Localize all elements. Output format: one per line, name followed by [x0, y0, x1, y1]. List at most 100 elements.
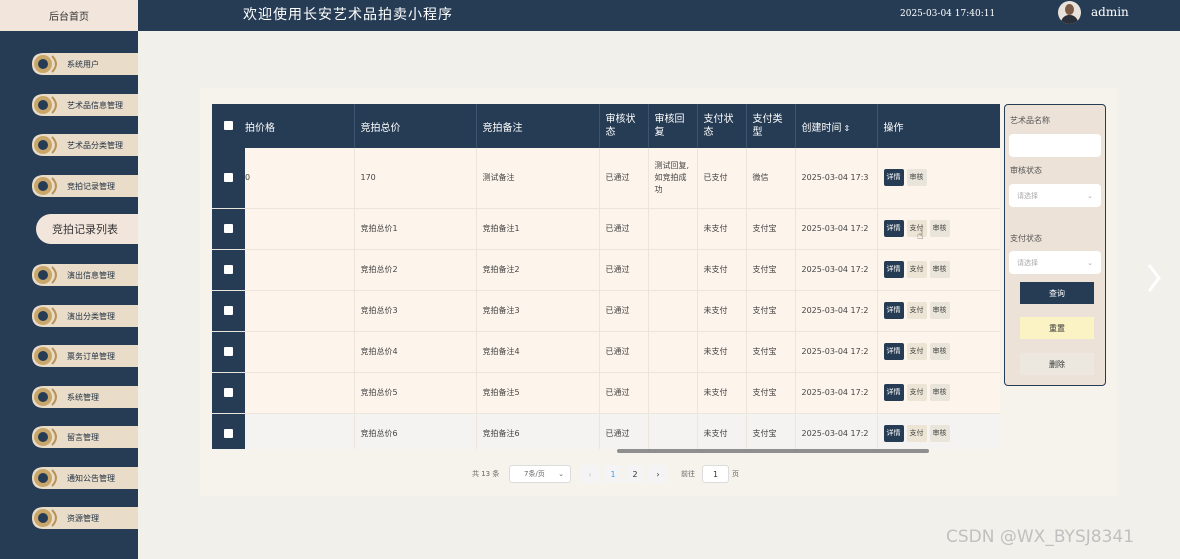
row-check-cell: [212, 290, 245, 332]
cell-remark: 竞拍备注2: [476, 249, 600, 291]
sidebar-item-artwork-info[interactable]: 艺术品信息管理: [30, 90, 138, 120]
query-button[interactable]: 查询: [1020, 282, 1094, 304]
pay-button[interactable]: 支付: [906, 261, 927, 278]
page-2-button[interactable]: 2: [626, 465, 644, 483]
pay-button[interactable]: 支付: [906, 384, 927, 401]
detail-button[interactable]: 详情: [883, 384, 904, 401]
audit-button[interactable]: 审核: [906, 169, 927, 187]
select-placeholder: 请选择: [1017, 258, 1038, 267]
col-label: 支付状态: [703, 114, 734, 138]
audit-status-label: 审核状态: [1010, 166, 1042, 175]
cell-price: [245, 208, 355, 250]
detail-button[interactable]: 详情: [883, 425, 904, 442]
audit-button[interactable]: 审核: [929, 343, 950, 360]
home-tab[interactable]: 后台首页: [0, 0, 138, 31]
data-table: 拍价格 竞拍总价 竞拍备注 审核状态 审核回复 支付状态 支付类型 创建时间 ⇕ …: [212, 104, 1000, 449]
audit-button[interactable]: 审核: [929, 384, 950, 401]
cell-remark: 竞拍备注1: [476, 208, 600, 250]
audit-status-select[interactable]: 请选择 ⌄: [1009, 184, 1101, 207]
cell-audit: 已通过: [599, 148, 649, 209]
audit-button[interactable]: 审核: [929, 220, 950, 237]
cell-pay: 未支付: [697, 249, 747, 291]
cell-total: 竞拍总价5: [354, 372, 477, 414]
delete-button[interactable]: 删除: [1020, 353, 1094, 375]
username[interactable]: admin: [1091, 5, 1129, 19]
page-unit-label: 页: [732, 470, 739, 478]
sidebar-item-messages[interactable]: 留言管理: [30, 422, 138, 452]
chevron-down-icon: ⌄: [1087, 191, 1093, 200]
sidebar-item-ticket-orders[interactable]: 票务订单管理: [30, 341, 138, 371]
top-bar: 后台首页 欢迎使用长安艺术品拍卖小程序 2025-03-04 17:40:11 …: [0, 0, 1180, 31]
cell-actions: 详情 支付 审核: [877, 413, 1000, 449]
sidebar-item-label: 演出信息管理: [67, 270, 115, 280]
cell-created: 2025-03-04 17:2: [795, 208, 878, 250]
avatar[interactable]: [1058, 1, 1081, 24]
pay-status-label: 支付状态: [1010, 234, 1042, 243]
audit-button[interactable]: 审核: [929, 261, 950, 278]
sidebar-item-show-info[interactable]: 演出信息管理: [30, 260, 138, 290]
cell-actions: 详情 支付 审核: [877, 208, 1000, 250]
col-total-price: 竞拍总价: [354, 104, 477, 148]
site-title: 欢迎使用长安艺术品拍卖小程序: [243, 7, 453, 23]
detail-button[interactable]: 详情: [883, 220, 904, 237]
col-label: 支付类型: [752, 114, 783, 138]
hand-cursor-icon: ☝: [917, 229, 924, 242]
detail-button[interactable]: 详情: [883, 261, 904, 278]
table-row: 竞拍总价1 竞拍备注1 已通过 未支付 支付宝 2025-03-04 17:2 …: [212, 208, 1000, 250]
row-check-cell: [212, 413, 245, 449]
sidebar-item-resources[interactable]: 资源管理: [30, 503, 138, 533]
next-page-button[interactable]: ›: [648, 465, 668, 483]
sidebar-item-system[interactable]: 系统管理: [30, 382, 138, 412]
cell-price: [245, 413, 355, 449]
prev-page-button[interactable]: ‹: [580, 465, 600, 483]
pay-button[interactable]: 支付: [906, 425, 927, 442]
chevron-right-icon[interactable]: [1146, 263, 1162, 293]
row-checkbox[interactable]: [224, 347, 233, 356]
cell-reply: [648, 331, 698, 373]
row-checkbox[interactable]: [224, 388, 233, 397]
artwork-name-input[interactable]: [1009, 134, 1101, 157]
col-audit-reply: 审核回复: [648, 104, 698, 148]
row-checkbox[interactable]: [224, 224, 233, 233]
cell-total: 竞拍总价2: [354, 249, 477, 291]
cell-total: 170: [354, 148, 477, 209]
pay-button[interactable]: 支付: [906, 302, 927, 319]
row-checkbox[interactable]: [224, 173, 233, 183]
cell-created: 2025-03-04 17:2: [795, 413, 878, 449]
cell-paytype: 支付宝: [746, 331, 796, 373]
select-all-checkbox[interactable]: [224, 121, 233, 130]
sidebar: 系统用户 艺术品信息管理 艺术品分类管理 竞拍记录管理 竞拍记录列表 演出信息管…: [0, 31, 138, 559]
sort-icon[interactable]: ⇕: [844, 124, 851, 133]
row-checkbox[interactable]: [224, 265, 233, 274]
audit-button[interactable]: 审核: [929, 302, 950, 319]
pay-status-select[interactable]: 请选择 ⌄: [1009, 251, 1101, 274]
sidebar-item-bid-list-active[interactable]: 竞拍记录列表: [36, 214, 138, 244]
row-checkbox[interactable]: [224, 429, 233, 438]
cell-reply: [648, 372, 698, 414]
pay-button[interactable]: 支付: [906, 343, 927, 360]
reset-button[interactable]: 重置: [1020, 317, 1094, 339]
goto-page-input[interactable]: 1: [702, 465, 729, 483]
page-1-button[interactable]: 1: [604, 465, 622, 483]
audit-button[interactable]: 审核: [929, 425, 950, 442]
sidebar-item-bid-records[interactable]: 竞拍记录管理: [30, 171, 138, 201]
horizontal-scrollbar[interactable]: [617, 449, 929, 453]
row-check-cell: [212, 372, 245, 414]
col-remark: 竞拍备注: [476, 104, 600, 148]
row-checkbox[interactable]: [224, 306, 233, 315]
sidebar-item-users[interactable]: 系统用户: [30, 49, 138, 79]
detail-button[interactable]: 详情: [883, 169, 904, 187]
col-created-time[interactable]: 创建时间 ⇕: [795, 104, 878, 148]
sidebar-item-label: 通知公告管理: [67, 473, 115, 483]
sidebar-item-label: 竞拍记录管理: [67, 181, 115, 191]
cell-actions: 详情 支付 审核: [877, 331, 1000, 373]
sidebar-item-notices[interactable]: 通知公告管理: [30, 463, 138, 493]
detail-button[interactable]: 详情: [883, 343, 904, 360]
cell-reply: [648, 208, 698, 250]
sidebar-item-label: 系统管理: [67, 392, 99, 402]
sidebar-item-show-category[interactable]: 演出分类管理: [30, 301, 138, 331]
cell-pay: 未支付: [697, 372, 747, 414]
page-size-select[interactable]: 7条/页 ⌄: [509, 465, 571, 483]
detail-button[interactable]: 详情: [883, 302, 904, 319]
sidebar-item-artwork-category[interactable]: 艺术品分类管理: [30, 130, 138, 160]
